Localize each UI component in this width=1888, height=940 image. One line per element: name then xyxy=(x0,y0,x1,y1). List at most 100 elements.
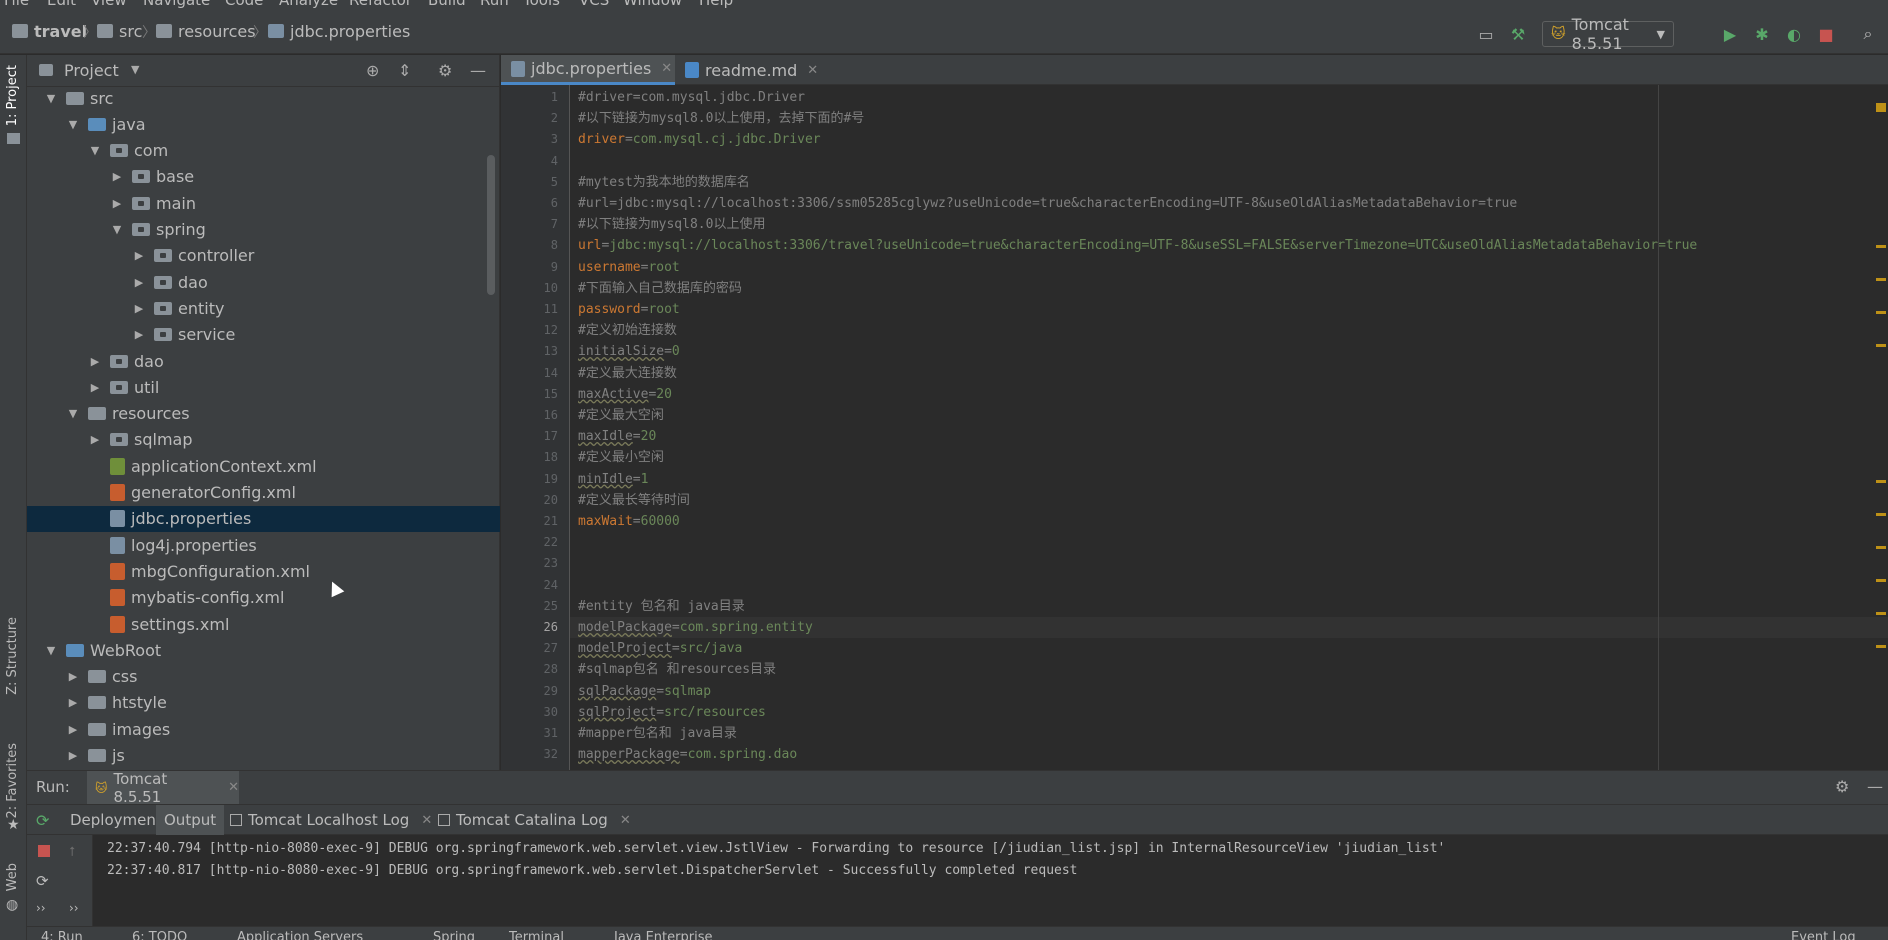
hide-icon[interactable]: — xyxy=(1867,777,1883,796)
expand-open-icon[interactable]: ▼ xyxy=(44,92,58,105)
warning-marker[interactable] xyxy=(1876,546,1886,549)
tree-item[interactable]: ▶ entity xyxy=(27,295,500,321)
warning-marker[interactable] xyxy=(1876,579,1886,582)
expand-open-icon[interactable]: ▼ xyxy=(44,644,58,657)
close-icon[interactable]: ✕ xyxy=(620,813,631,828)
debug-icon[interactable]: ✱ xyxy=(1752,24,1772,44)
menu-item-view[interactable]: View xyxy=(91,0,127,8)
menu-item-code[interactable]: Code xyxy=(225,0,263,8)
warning-marker[interactable] xyxy=(1876,103,1886,112)
tree-item[interactable]: ▼ java xyxy=(27,111,500,137)
close-icon[interactable]: ✕ xyxy=(661,61,672,76)
expand-open-icon[interactable]: ▼ xyxy=(110,223,124,236)
tool-window-structure[interactable]: Z: Structure xyxy=(5,617,20,695)
tree-item[interactable]: log4j.properties xyxy=(27,532,500,558)
tree-item[interactable]: ▶ util xyxy=(27,374,500,400)
menu-item-edit[interactable]: Edit xyxy=(47,0,76,8)
menu-item-build[interactable]: Build xyxy=(428,0,466,8)
stop-icon[interactable]: ■ xyxy=(1816,24,1836,44)
rerun-icon[interactable]: ⟳ xyxy=(36,811,49,830)
coverage-icon[interactable]: ◐ xyxy=(1784,24,1804,44)
menu-item-file[interactable]: File xyxy=(4,0,29,8)
locate-icon[interactable]: ⊕ xyxy=(366,61,379,80)
tree-item[interactable]: generatorConfig.xml xyxy=(27,480,500,506)
tree-item[interactable]: ▶ js xyxy=(27,743,500,769)
expand-closed-icon[interactable]: ▶ xyxy=(66,723,80,736)
build-hammer-icon[interactable]: ⚒ xyxy=(1508,24,1528,44)
warning-marker[interactable] xyxy=(1876,645,1886,648)
tree-item[interactable]: ▶ service xyxy=(27,322,500,348)
tree-item[interactable]: ▼ resources xyxy=(27,401,500,427)
warning-marker[interactable] xyxy=(1876,480,1886,483)
tab-readme-md[interactable]: readme.md ✕ xyxy=(675,55,825,85)
expand-closed-icon[interactable]: ▶ xyxy=(132,328,146,341)
collapse-all-icon[interactable]: ⇕ xyxy=(398,61,411,80)
expand-closed-icon[interactable]: ▶ xyxy=(110,197,124,210)
breadcrumb-src[interactable]: src xyxy=(97,20,142,42)
warning-marker[interactable] xyxy=(1876,245,1886,248)
code-editor[interactable]: #driver=com.mysql.jdbc.Driver #以下链接为mysql… xyxy=(570,85,1888,770)
run-configuration-select[interactable]: 🐱 Tomcat 8.5.51 ▼ xyxy=(1542,15,1674,53)
close-icon[interactable]: ✕ xyxy=(228,780,239,795)
menu-item-analyze[interactable]: Analyze xyxy=(279,0,338,8)
breadcrumb-project[interactable]: travel xyxy=(12,20,87,42)
tree-item[interactable]: ▼ WebRoot xyxy=(27,637,500,663)
bottom-tool-button[interactable]: Spring xyxy=(433,930,475,940)
tree-item[interactable]: ▶ main xyxy=(27,190,500,216)
tree-item[interactable]: ▶ dao xyxy=(27,348,500,374)
menu-item-window[interactable]: Window xyxy=(623,0,682,8)
search-icon[interactable]: ⌕ xyxy=(1858,24,1878,44)
tool-window-favorites[interactable]: 2: Favorites xyxy=(5,743,20,819)
tree-item[interactable]: ▶ base xyxy=(27,164,500,190)
console-output[interactable]: 22:37:40.794 [http-nio-8080-exec-9] DEBU… xyxy=(93,835,1888,940)
gear-icon[interactable]: ⚙ xyxy=(438,61,452,80)
tree-item[interactable]: ▼ spring xyxy=(27,217,500,243)
expand-closed-icon[interactable]: ▶ xyxy=(88,433,102,446)
tab-output[interactable]: Output xyxy=(156,805,225,835)
run-icon[interactable]: ▶ xyxy=(1720,24,1740,44)
expand-closed-icon[interactable]: ▶ xyxy=(66,749,80,762)
expand-open-icon[interactable]: ▼ xyxy=(66,118,80,131)
hide-icon[interactable]: — xyxy=(470,61,486,80)
warning-marker[interactable] xyxy=(1876,612,1886,615)
project-panel-title[interactable]: Project xyxy=(64,61,119,80)
stop-icon[interactable] xyxy=(38,845,50,857)
more-icon[interactable]: ›› xyxy=(69,901,79,915)
expand-closed-icon[interactable]: ▶ xyxy=(66,670,80,683)
expand-closed-icon[interactable]: ▶ xyxy=(88,381,102,394)
warning-marker[interactable] xyxy=(1876,278,1886,281)
warning-marker[interactable] xyxy=(1876,513,1886,516)
bottom-tool-button[interactable]: Event Log xyxy=(1791,930,1856,940)
more-icon[interactable]: ›› xyxy=(36,901,46,915)
bottom-tool-button[interactable]: 4: Run xyxy=(41,930,83,940)
tree-item[interactable]: ▶ controller xyxy=(27,243,500,269)
menu-item-vcs[interactable]: VCS xyxy=(579,0,609,8)
tree-item[interactable]: ▼ src xyxy=(27,87,500,111)
tab-tomcat-catalina-log[interactable]: Tomcat Catalina Log ✕ xyxy=(430,805,639,835)
restore-icon[interactable]: ⟳ xyxy=(36,872,49,890)
expand-closed-icon[interactable]: ▶ xyxy=(88,355,102,368)
scroll-up-icon[interactable]: ⭡ xyxy=(69,845,75,860)
expand-closed-icon[interactable]: ▶ xyxy=(66,696,80,709)
expand-closed-icon[interactable]: ▶ xyxy=(132,276,146,289)
tree-item[interactable]: jdbc.properties xyxy=(27,505,500,532)
run-config-tab[interactable]: 🐱 Tomcat 8.5.51 ✕ xyxy=(87,770,239,806)
tab-jdbc-properties[interactable]: jdbc.properties ✕ xyxy=(501,55,675,85)
expand-closed-icon[interactable]: ▶ xyxy=(132,249,146,262)
expand-closed-icon[interactable]: ▶ xyxy=(132,302,146,315)
error-stripe[interactable] xyxy=(1874,85,1888,770)
chevron-down-icon[interactable]: ▼ xyxy=(131,63,139,76)
bottom-tool-button[interactable]: 6: TODO xyxy=(132,930,187,940)
menu-item-run[interactable]: Run xyxy=(480,0,509,8)
expand-open-icon[interactable]: ▼ xyxy=(66,407,80,420)
tree-item[interactable]: ▼ com xyxy=(27,138,500,164)
tree-item[interactable]: ▶ dao xyxy=(27,269,500,295)
tool-window-web[interactable]: Web xyxy=(5,863,20,891)
menu-item-help[interactable]: Help xyxy=(699,0,733,8)
menu-item-tools[interactable]: Tools xyxy=(523,0,560,8)
tree-scrollbar[interactable] xyxy=(487,155,495,295)
layout-icon[interactable]: ▭ xyxy=(1476,24,1496,44)
bottom-tool-button[interactable]: Terminal xyxy=(509,930,564,940)
bottom-tool-button[interactable]: Application Servers xyxy=(237,930,363,940)
menu-item-navigate[interactable]: Navigate xyxy=(143,0,210,8)
